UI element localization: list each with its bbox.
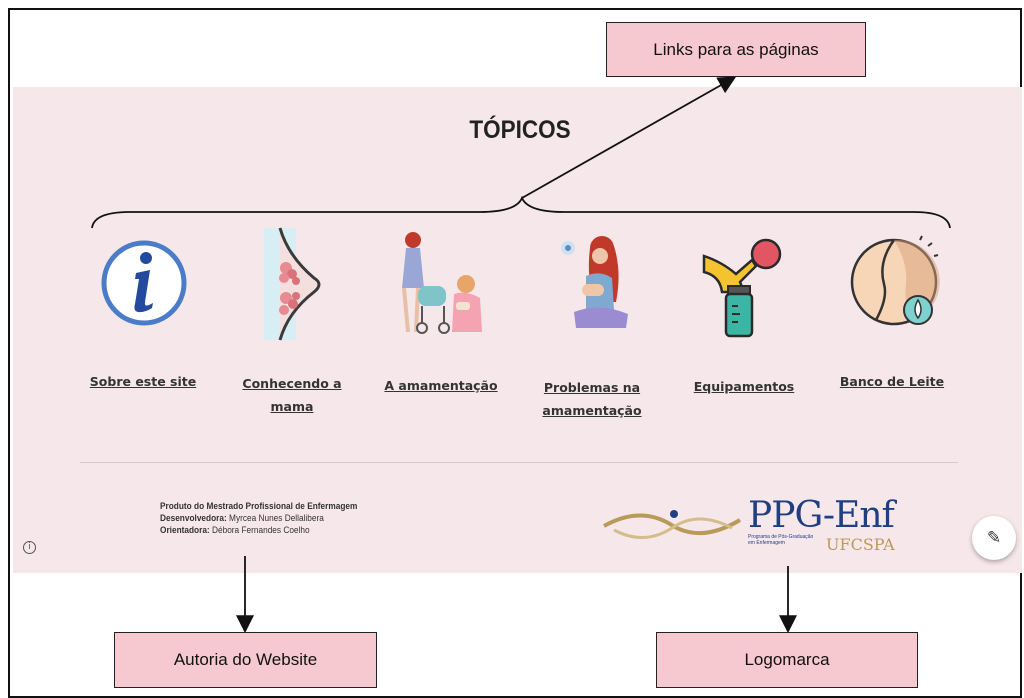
mothers-with-stroller-icon	[402, 232, 482, 334]
info-icon	[101, 240, 187, 326]
topic-label-about[interactable]: Sobre este site	[85, 370, 201, 393]
credits-advisor-label: Orientadora:	[160, 525, 210, 535]
author-callout-label: Autoria do Website	[173, 650, 318, 669]
pencil-icon: ✎	[986, 528, 1002, 548]
edit-button[interactable]: ✎	[972, 516, 1016, 560]
links-callout-label: Links para as páginas	[653, 39, 819, 59]
milk-bank-icon	[850, 235, 940, 326]
links-callout: Links para as páginas	[606, 22, 866, 77]
credits-developer-label: Desenvolvedora:	[160, 513, 227, 523]
footer-divider	[80, 462, 958, 463]
topic-label-breast-line2[interactable]: mama	[230, 395, 354, 418]
logo-callout-label: Logomarca	[744, 650, 830, 669]
breast-anatomy-icon	[264, 227, 321, 341]
topic-label-breastfeeding[interactable]: A amamentação	[380, 374, 502, 397]
topic-label-breast[interactable]: Conhecendo a	[230, 372, 354, 395]
page-title: TÓPICOS	[469, 116, 571, 144]
logo-callout: Logomarca	[656, 632, 918, 688]
ppg-enf-logo: PPG-Enf Programa de Pós-Graduação em Enf…	[600, 490, 900, 560]
credits-product: Produto do Mestrado Profissional de Enfe…	[160, 501, 358, 511]
mother-breastfeeding-icon	[561, 236, 628, 328]
breast-pump-icon	[702, 238, 782, 338]
page-info-icon[interactable]: i	[23, 541, 36, 554]
topic-label-equipment[interactable]: Equipamentos	[686, 375, 802, 398]
author-callout: Autoria do Website	[114, 632, 377, 688]
credits-advisor: Débora Fernandes Coelho	[212, 525, 310, 535]
topic-label-problems-line2[interactable]: amamentação	[530, 399, 654, 422]
author-credits: Produto do Mestrado Profissional de Enfe…	[160, 500, 357, 536]
topic-label-milk-bank[interactable]: Banco de Leite	[834, 370, 950, 393]
logo-institution: UFCSPA	[826, 535, 895, 554]
logo-subtitle: Programa de Pós-Graduação em Enfermagem	[748, 534, 814, 546]
logo-title: PPG-Enf	[748, 495, 895, 536]
credits-developer: Myrcea Nunes Dellalibera	[229, 513, 324, 523]
logo-swirl-icon	[603, 510, 742, 540]
topic-label-problems[interactable]: Problemas na	[530, 376, 654, 399]
